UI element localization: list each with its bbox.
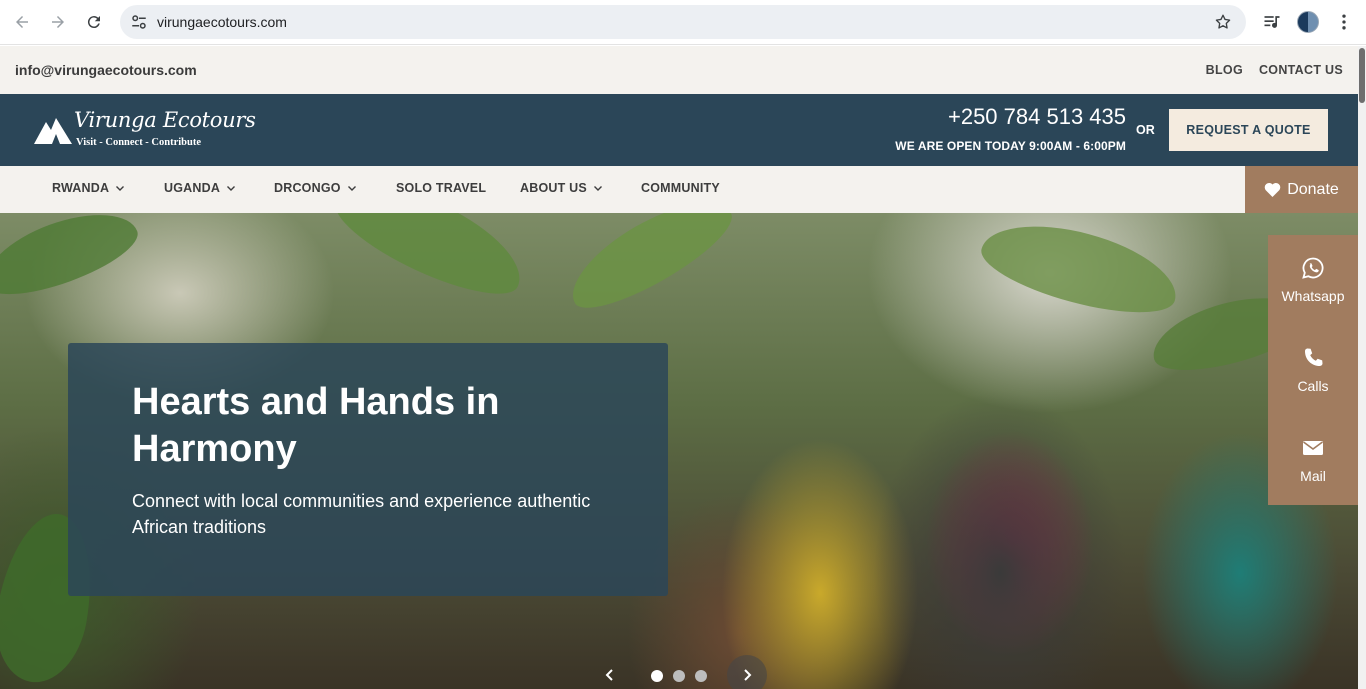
site-header: Virunga Ecotours Visit - Connect - Contr… (0, 94, 1358, 166)
calls-button[interactable]: Calls (1268, 325, 1358, 415)
address-bar[interactable]: virungaecotours.com (120, 5, 1246, 39)
contact-email[interactable]: info@virungaecotours.com (15, 62, 197, 78)
whatsapp-button[interactable]: Whatsapp (1268, 235, 1358, 325)
carousel-next-button[interactable] (727, 655, 767, 689)
nav-label: DRCONGO (274, 181, 341, 195)
media-controls-icon[interactable] (1262, 12, 1282, 32)
scrollbar-thumb[interactable] (1359, 48, 1365, 103)
contact-side-panel: Whatsapp Calls Mail (1268, 235, 1358, 505)
hero-title: Hearts and Hands in Harmony (132, 381, 500, 470)
nav-label: UGANDA (164, 181, 221, 195)
chevron-down-icon (593, 186, 602, 191)
nav-item-community[interactable]: COMMUNITY (641, 181, 720, 195)
hero-photo-foliage (324, 213, 536, 312)
calls-label: Calls (1297, 378, 1329, 394)
nav-label: RWANDA (52, 181, 110, 195)
blog-link[interactable]: BLOG (1206, 63, 1243, 77)
chevron-left-icon (605, 669, 613, 681)
kebab-menu-icon[interactable] (1334, 12, 1354, 32)
hero-photo-foliage (974, 213, 1186, 328)
site-settings-icon[interactable] (130, 13, 148, 31)
top-links: BLOG CONTACT US (1206, 63, 1343, 77)
url-text[interactable]: virungaecotours.com (157, 14, 287, 30)
nav-label: ABOUT US (520, 181, 587, 195)
back-arrow-icon[interactable] (10, 10, 34, 34)
whatsapp-label: Whatsapp (1281, 288, 1345, 304)
whatsapp-icon (1302, 257, 1324, 279)
mountain-logo-icon (34, 118, 72, 144)
carousel-prev-button[interactable] (590, 655, 630, 689)
hero-photo-foliage (557, 213, 743, 324)
mail-icon (1303, 441, 1323, 455)
chevron-down-icon (116, 186, 125, 191)
logo-wordmark: Virunga Ecotours (74, 108, 256, 132)
main-navigation: RWANDA UGANDA DRCONGO SOLO TRAVEL ABOUT … (0, 166, 1358, 213)
opening-hours: WE ARE OPEN TODAY 9:00AM - 6:00PM (895, 139, 1126, 153)
contact-us-link[interactable]: CONTACT US (1259, 63, 1343, 77)
star-icon[interactable] (1214, 13, 1232, 31)
request-quote-button[interactable]: REQUEST A QUOTE (1169, 109, 1328, 151)
nav-item-rwanda[interactable]: RWANDA (52, 181, 125, 195)
heart-icon (1264, 182, 1281, 197)
or-separator: OR (1136, 123, 1155, 137)
donate-label: Donate (1287, 180, 1339, 198)
nav-item-about-us[interactable]: ABOUT US (520, 181, 603, 195)
phone-number[interactable]: +250 784 513 435 (948, 104, 1126, 130)
nav-item-drcongo[interactable]: DRCONGO (274, 181, 357, 195)
nav-label: SOLO TRAVEL (396, 181, 487, 195)
hero-subtitle: Connect with local communities and exper… (132, 491, 591, 537)
nav-item-solo-travel[interactable]: SOLO TRAVEL (396, 181, 486, 195)
nav-item-uganda[interactable]: UGANDA (164, 181, 236, 195)
phone-icon (1305, 348, 1323, 366)
forward-arrow-icon[interactable] (46, 10, 70, 34)
mail-label: Mail (1300, 468, 1326, 484)
logo-tagline: Visit - Connect - Contribute (76, 137, 202, 148)
profile-avatar[interactable] (1297, 11, 1319, 33)
top-bar: info@virungaecotours.com BLOG CONTACT US (0, 46, 1358, 94)
chevron-right-icon (744, 669, 752, 681)
donate-button[interactable]: Donate (1245, 166, 1358, 213)
browser-toolbar: virungaecotours.com (0, 0, 1366, 45)
carousel-dot[interactable] (651, 670, 663, 682)
hero-caption: Hearts and Hands in Harmony Connect with… (68, 343, 668, 596)
reload-icon[interactable] (82, 10, 106, 34)
hero-photo-foliage (0, 213, 146, 309)
carousel-dot[interactable] (695, 670, 707, 682)
carousel-dot[interactable] (673, 670, 685, 682)
nav-label: COMMUNITY (641, 181, 720, 195)
site-logo[interactable]: Virunga Ecotours Visit - Connect - Contr… (34, 108, 256, 152)
page-scrollbar[interactable] (1358, 46, 1366, 689)
chevron-down-icon (347, 186, 356, 191)
mail-button[interactable]: Mail (1268, 415, 1358, 505)
chevron-down-icon (227, 186, 236, 191)
hero-slider: Hearts and Hands in Harmony Connect with… (0, 213, 1358, 689)
